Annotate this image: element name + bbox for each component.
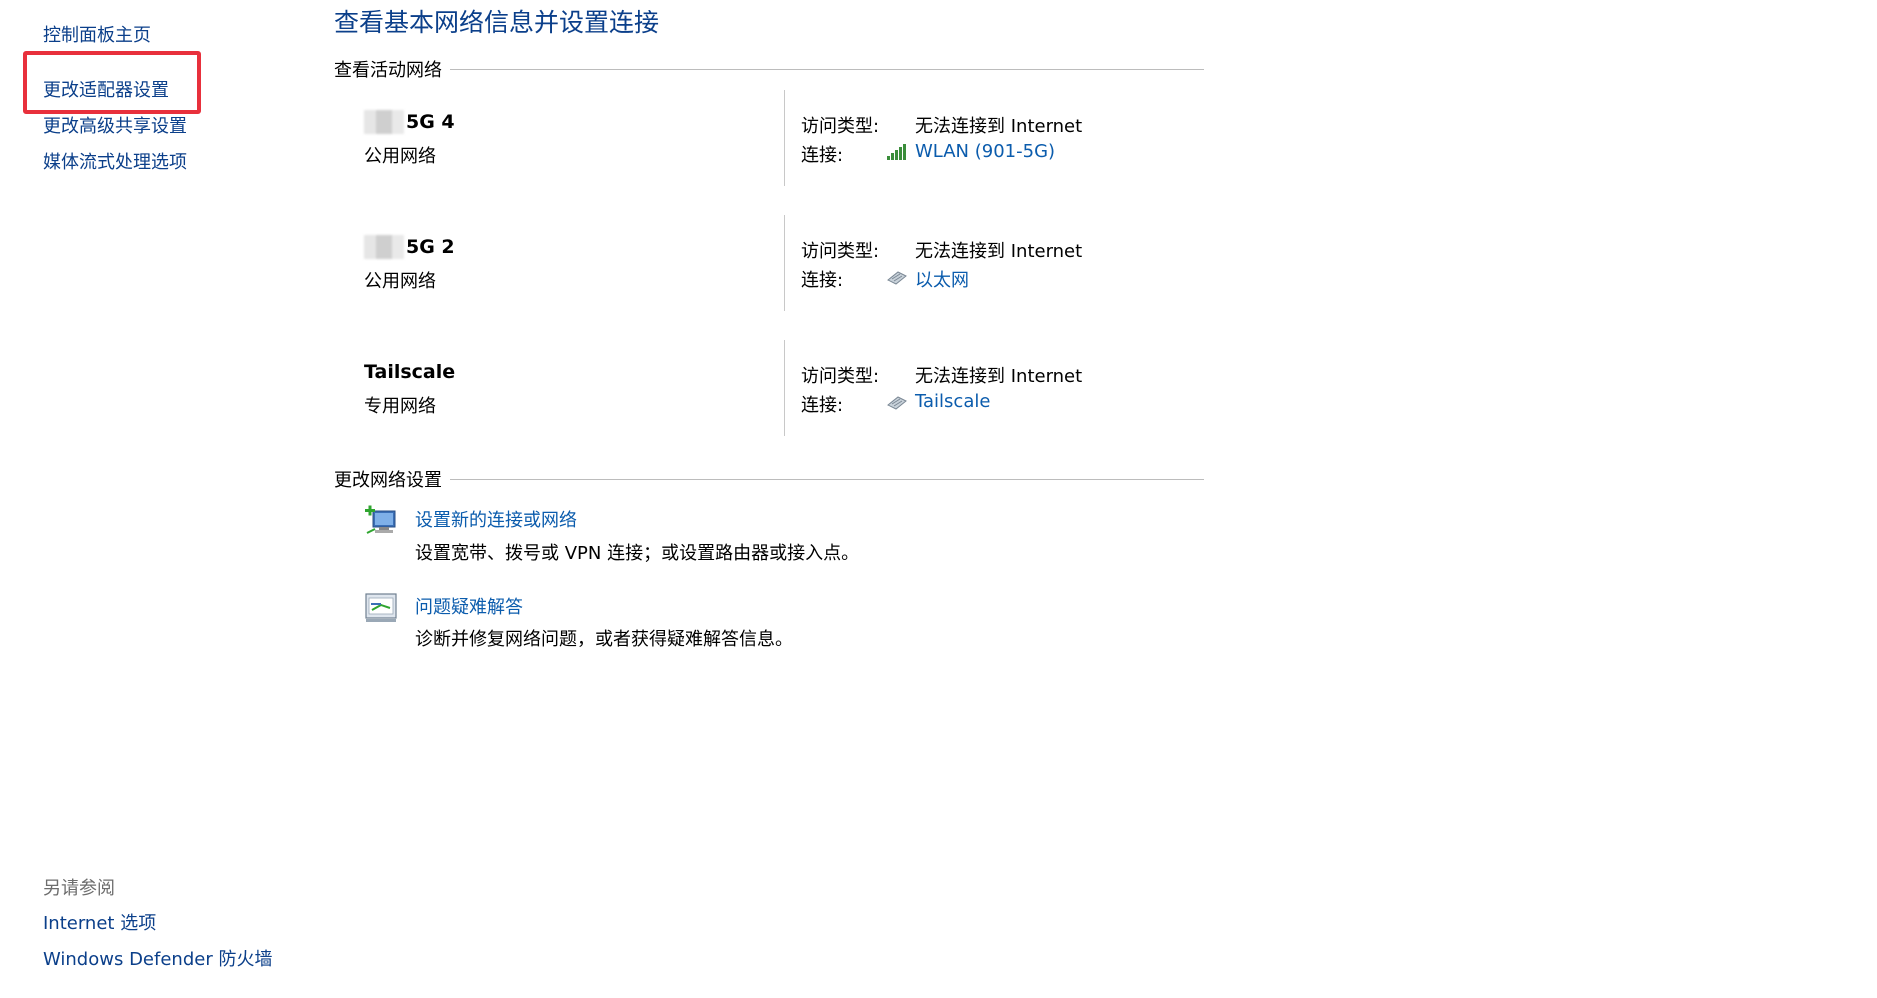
ethernet-icon xyxy=(887,271,907,285)
connection-label: 连接: xyxy=(801,270,844,291)
network-type: 专用网络 xyxy=(364,396,436,417)
wifi-signal-icon xyxy=(887,144,906,160)
network-divider xyxy=(784,215,785,311)
access-type-value: 无法连接到 Internet xyxy=(915,241,1083,262)
sidebar-link-media-streaming[interactable]: 媒体流式处理选项 xyxy=(43,148,187,174)
network-name: 5G 2 xyxy=(406,236,455,258)
access-type-value: 无法连接到 Internet xyxy=(915,366,1083,387)
page-title: 查看基本网络信息并设置连接 xyxy=(334,8,660,37)
see-also-windows-defender-firewall[interactable]: Windows Defender 防火墙 xyxy=(43,945,272,971)
setup-new-connection-link[interactable]: 设置新的连接或网络 xyxy=(415,506,577,532)
active-networks-divider xyxy=(450,69,1204,70)
change-settings-divider xyxy=(450,479,1204,480)
access-type-label: 访问类型: xyxy=(801,116,880,137)
redacted-name-patch xyxy=(364,235,404,259)
see-also-internet-options[interactable]: Internet 选项 xyxy=(43,909,156,935)
connection-label: 连接: xyxy=(801,395,844,416)
network-type: 公用网络 xyxy=(364,271,436,292)
network-divider xyxy=(784,340,785,436)
access-type-label: 访问类型: xyxy=(801,241,880,262)
sidebar-link-advanced-sharing[interactable]: 更改高级共享设置 xyxy=(43,112,187,138)
network-divider xyxy=(784,90,785,186)
see-also-title: 另请参阅 xyxy=(43,878,115,899)
active-networks-header: 查看活动网络 xyxy=(334,60,442,81)
network-type: 公用网络 xyxy=(364,146,436,167)
network-name: 5G 4 xyxy=(406,111,455,133)
troubleshoot-desc: 诊断并修复网络问题，或者获得疑难解答信息。 xyxy=(415,629,793,650)
redacted-name-patch xyxy=(364,110,404,134)
access-type-label: 访问类型: xyxy=(801,366,880,387)
ethernet-icon xyxy=(887,396,907,410)
connection-link-wlan[interactable]: WLAN (901-5G) xyxy=(915,141,1055,162)
setup-new-connection-desc: 设置宽带、拨号或 VPN 连接；或设置路由器或接入点。 xyxy=(415,543,860,564)
sidebar-link-control-panel-home[interactable]: 控制面板主页 xyxy=(43,21,151,47)
access-type-value: 无法连接到 Internet xyxy=(915,116,1083,137)
highlight-box xyxy=(23,51,201,114)
connection-link-tailscale[interactable]: Tailscale xyxy=(915,391,990,412)
change-settings-header: 更改网络设置 xyxy=(334,470,442,491)
new-connection-icon xyxy=(365,505,396,534)
network-name: Tailscale xyxy=(364,361,456,383)
connection-link-ethernet[interactable]: 以太网 xyxy=(915,266,969,292)
troubleshoot-icon xyxy=(365,593,397,622)
connection-label: 连接: xyxy=(801,145,844,166)
troubleshoot-link[interactable]: 问题疑难解答 xyxy=(415,593,523,619)
